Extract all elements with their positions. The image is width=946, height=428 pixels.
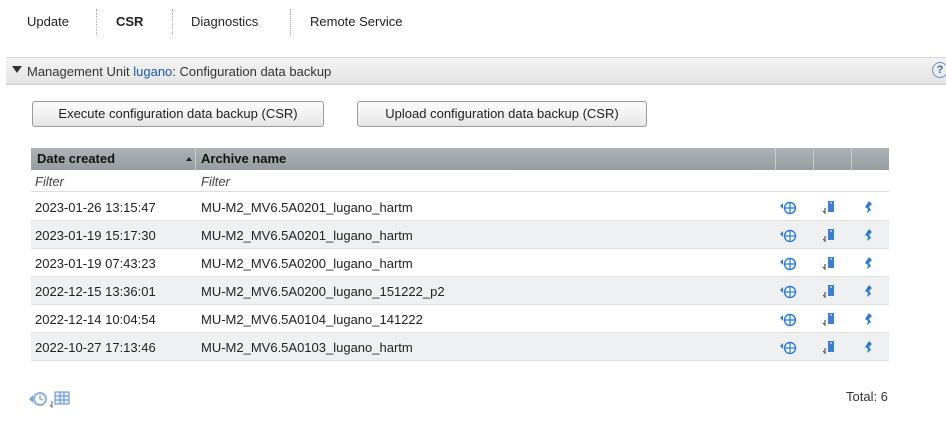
section-title: Management Unit lugano: Configuration da… (27, 64, 332, 79)
sort-ascending-icon[interactable] (186, 157, 192, 161)
archive-cell: MU-M2_MV6.5A0103_lugano_hartm (201, 340, 413, 355)
filter-row: Filter Filter (31, 170, 889, 192)
tab-bar: Update CSR Diagnostics Remote Service (0, 0, 946, 44)
download-icon[interactable] (821, 199, 839, 215)
upload-backup-button[interactable]: Upload configuration data backup (CSR) (357, 101, 647, 127)
tab-csr[interactable]: CSR (116, 14, 143, 29)
archive-cell: MU-M2_MV6.5A0201_lugano_hartm (201, 228, 413, 243)
tab-update[interactable]: Update (27, 14, 69, 29)
delete-icon[interactable] (859, 311, 877, 327)
table-row[interactable]: 2022-12-14 10:04:54 MU-M2_MV6.5A0104_lug… (31, 305, 889, 333)
column-header-archive[interactable]: Archive name (201, 148, 286, 170)
help-icon[interactable]: ? (932, 62, 946, 78)
date-cell: 2023-01-26 13:15:47 (35, 200, 156, 215)
tab-separator (290, 9, 291, 35)
tab-separator (96, 9, 97, 35)
delete-icon[interactable] (859, 255, 877, 271)
table-row[interactable]: 2023-01-26 13:15:47 MU-M2_MV6.5A0201_lug… (31, 193, 889, 221)
date-filter-input[interactable]: Filter (35, 174, 64, 189)
archive-cell: MU-M2_MV6.5A0201_lugano_hartm (201, 200, 413, 215)
restore-icon[interactable] (779, 311, 797, 327)
table-row[interactable]: 2022-12-15 13:36:01 MU-M2_MV6.5A0200_lug… (31, 277, 889, 305)
restore-icon[interactable] (779, 255, 797, 271)
table-row[interactable]: 2022-10-27 17:13:46 MU-M2_MV6.5A0103_lug… (31, 333, 889, 361)
table-export-icon[interactable] (49, 391, 70, 409)
collapse-arrow-icon[interactable] (12, 66, 22, 73)
delete-icon[interactable] (859, 339, 877, 355)
table-row[interactable]: 2023-01-19 07:43:23 MU-M2_MV6.5A0200_lug… (31, 249, 889, 277)
date-cell: 2023-01-19 07:43:23 (35, 256, 156, 271)
delete-icon[interactable] (859, 283, 877, 299)
restore-icon[interactable] (779, 199, 797, 215)
delete-icon[interactable] (859, 227, 877, 243)
date-cell: 2023-01-19 15:17:30 (35, 228, 156, 243)
download-icon[interactable] (821, 283, 839, 299)
download-icon[interactable] (821, 255, 839, 271)
restore-icon[interactable] (779, 339, 797, 355)
section-header[interactable]: Management Unit lugano: Configuration da… (6, 57, 946, 85)
tab-diagnostics[interactable]: Diagnostics (191, 14, 258, 29)
total-count: Total: 6 (846, 389, 888, 404)
date-cell: 2022-12-15 13:36:01 (35, 284, 156, 299)
date-cell: 2022-12-14 10:04:54 (35, 312, 156, 327)
archive-cell: MU-M2_MV6.5A0200_lugano_151222_p2 (201, 284, 445, 299)
delete-icon[interactable] (859, 199, 877, 215)
restore-icon[interactable] (779, 227, 797, 243)
table-body: 2023-01-26 13:15:47 MU-M2_MV6.5A0201_lug… (31, 193, 889, 361)
archive-cell: MU-M2_MV6.5A0200_lugano_hartm (201, 256, 413, 271)
management-unit-link[interactable]: lugano (133, 64, 172, 79)
download-icon[interactable] (821, 311, 839, 327)
footer-actions (27, 389, 77, 412)
download-icon[interactable] (821, 339, 839, 355)
restore-icon[interactable] (779, 283, 797, 299)
column-header-date[interactable]: Date created (37, 148, 115, 170)
tab-remote-service[interactable]: Remote Service (310, 14, 402, 29)
archive-filter-input[interactable]: Filter (201, 174, 230, 189)
schedule-backup-icon[interactable] (29, 392, 47, 406)
archive-cell: MU-M2_MV6.5A0104_lugano_141222 (201, 312, 423, 327)
execute-backup-button[interactable]: Execute configuration data backup (CSR) (32, 101, 324, 127)
tab-separator (172, 9, 173, 35)
table-row[interactable]: 2023-01-19 15:17:30 MU-M2_MV6.5A0201_lug… (31, 221, 889, 249)
table-header: Date created Archive name (31, 148, 889, 170)
date-cell: 2022-10-27 17:13:46 (35, 340, 156, 355)
download-icon[interactable] (821, 227, 839, 243)
